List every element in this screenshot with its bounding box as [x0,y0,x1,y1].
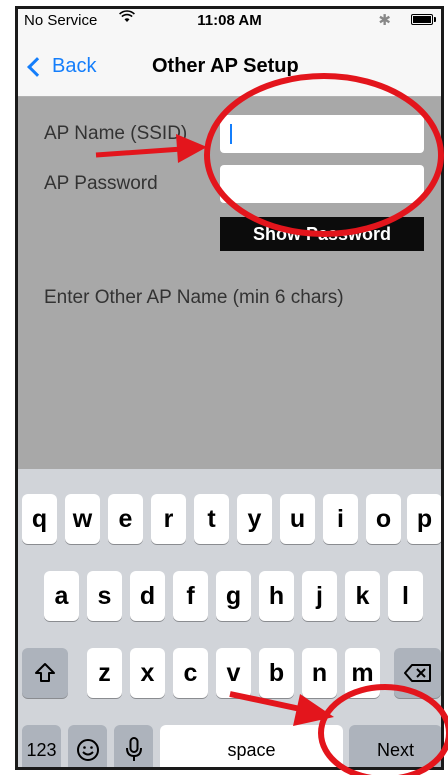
key-c[interactable]: c [173,648,208,698]
key-u[interactable]: u [280,494,315,544]
phone-screen: No Service 11:08 AM ✱ Back Other AP Setu… [15,6,444,770]
delete-key[interactable] [394,648,441,698]
ssid-label: AP Name (SSID) [44,123,188,144]
key-i[interactable]: i [323,494,358,544]
numbers-key[interactable]: 123 [22,725,61,767]
password-label: AP Password [44,173,158,194]
navigation-bar: Back Other AP Setup [18,31,441,97]
key-z[interactable]: z [87,648,122,698]
ssid-input[interactable] [220,115,424,153]
key-p[interactable]: p [407,494,441,544]
text-cursor [230,124,232,144]
key-a[interactable]: a [44,571,79,621]
shift-key[interactable] [22,648,68,698]
key-h[interactable]: h [259,571,294,621]
next-key[interactable]: Next [349,725,441,767]
back-label: Back [52,55,97,77]
dictation-key[interactable] [114,725,153,767]
key-v[interactable]: v [216,648,251,698]
on-screen-keyboard: q w e r t y u i o p a s d f g h j k l z … [18,469,441,767]
setup-form: AP Name (SSID) AP Password Show Password… [18,97,441,497]
key-d[interactable]: d [130,571,165,621]
back-button[interactable]: Back [26,55,96,78]
key-e[interactable]: e [108,494,143,544]
key-w[interactable]: w [65,494,100,544]
key-n[interactable]: n [302,648,337,698]
key-y[interactable]: y [237,494,272,544]
emoji-key[interactable] [68,725,107,767]
key-b[interactable]: b [259,648,294,698]
chevron-left-icon [27,56,47,77]
bluetooth-icon: ✱ [378,12,391,29]
backspace-icon [403,664,431,682]
page-title: Other AP Setup [152,55,299,77]
password-input[interactable] [220,165,424,203]
status-bar: No Service 11:08 AM ✱ [18,9,441,31]
key-q[interactable]: q [22,494,57,544]
key-g[interactable]: g [216,571,251,621]
key-l[interactable]: l [388,571,423,621]
emoji-icon [76,739,99,761]
key-r[interactable]: r [151,494,186,544]
key-t[interactable]: t [194,494,229,544]
key-j[interactable]: j [302,571,337,621]
key-k[interactable]: k [345,571,380,621]
ssid-hint-text: Enter Other AP Name (min 6 chars) [44,287,344,308]
key-s[interactable]: s [87,571,122,621]
microphone-icon [125,737,142,761]
key-x[interactable]: x [130,648,165,698]
shift-icon [35,663,55,682]
space-key[interactable]: space [160,725,343,767]
show-password-button[interactable]: Show Password [220,217,424,251]
key-o[interactable]: o [366,494,401,544]
battery-icon [411,14,436,25]
key-f[interactable]: f [173,571,208,621]
key-m[interactable]: m [345,648,380,698]
